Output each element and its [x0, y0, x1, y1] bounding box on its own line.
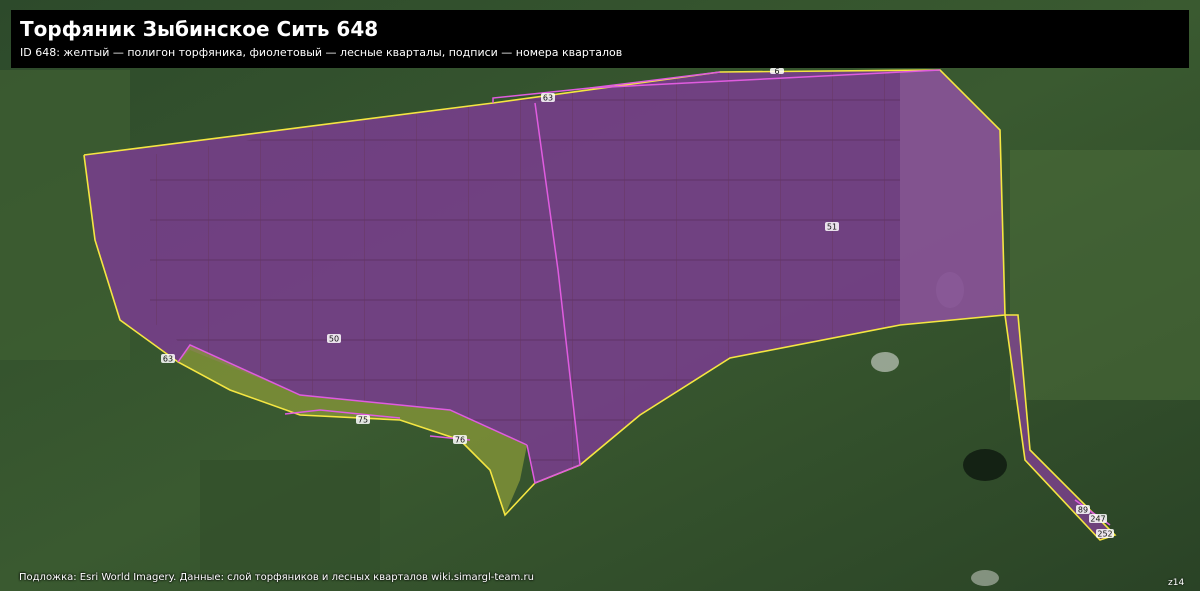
svg-text:51: 51	[827, 223, 837, 232]
quarter-label-76: 76	[453, 435, 467, 445]
svg-text:6: 6	[774, 67, 779, 76]
quarter-label-252: 252	[1096, 529, 1114, 539]
map-subtitle: ID 648: желтый — полигон торфяника, фиол…	[20, 46, 623, 59]
quarter-label-63-left: 63	[161, 354, 175, 364]
satellite-basemap: 63 51 50 63 75 76 89 247 252 6	[0, 0, 1200, 591]
quarter-label-51: 51	[825, 222, 839, 232]
plantation-area	[200, 460, 380, 570]
quarter-label-50: 50	[327, 334, 341, 344]
svg-text:76: 76	[455, 436, 465, 445]
svg-text:63: 63	[163, 355, 173, 364]
quarter-label-247: 247	[1089, 514, 1107, 524]
zoom-level: z14	[1168, 578, 1185, 588]
map-title: Торфяник Зыбинское Сить 648	[20, 17, 379, 41]
map-view[interactable]: 63 51 50 63 75 76 89 247 252 6 Торфяник …	[0, 0, 1200, 591]
svg-text:50: 50	[329, 335, 339, 344]
svg-text:252: 252	[1097, 530, 1112, 539]
quarter-label-89: 89	[1076, 505, 1090, 515]
svg-text:89: 89	[1078, 506, 1088, 515]
quarter-label-75: 75	[356, 415, 370, 425]
svg-text:247: 247	[1090, 515, 1105, 524]
cloud-3	[971, 570, 999, 586]
map-header: Торфяник Зыбинское Сить 648 ID 648: желт…	[11, 10, 1189, 68]
cloud-2	[871, 352, 899, 372]
dark-pond	[963, 449, 1007, 481]
quarter-label-63-top: 63	[541, 93, 555, 103]
svg-text:63: 63	[543, 94, 553, 103]
map-attribution: Подложка: Esri World Imagery. Данные: сл…	[19, 572, 534, 583]
svg-text:75: 75	[358, 416, 368, 425]
field-area-right	[1010, 150, 1200, 400]
